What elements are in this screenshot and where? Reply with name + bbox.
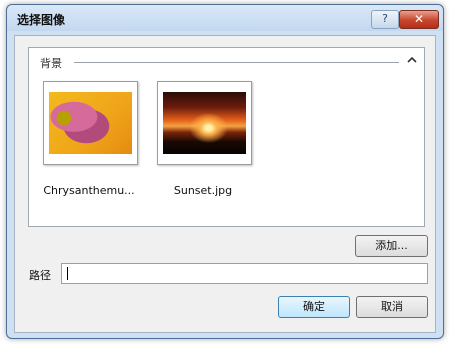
image-thumbnail-sunset[interactable]: [157, 81, 252, 165]
cancel-button[interactable]: 取消: [356, 296, 428, 318]
image-label-sunset: Sunset.jpg: [173, 184, 233, 197]
group-divider: [74, 62, 399, 63]
background-group: 背景 Chrysanthemu... Sunset.jpg: [28, 47, 425, 227]
sunset-image: [163, 92, 246, 154]
title-bar[interactable]: 选择图像 ? ✕: [7, 5, 443, 31]
select-image-dialog: 选择图像 ? ✕ 背景 Chrysanthemu... Sunset.jpg 添…: [6, 4, 444, 339]
text-caret: [67, 267, 68, 280]
ok-button[interactable]: 确定: [278, 296, 350, 318]
dialog-content: 背景 Chrysanthemu... Sunset.jpg 添加... 路径 确…: [14, 35, 436, 333]
image-label-chrysanthemum: Chrysanthemu...: [43, 184, 135, 197]
dialog-title: 选择图像: [17, 13, 66, 27]
help-button[interactable]: ?: [371, 10, 399, 29]
group-title: 背景: [40, 57, 62, 70]
chevron-up-icon[interactable]: [405, 53, 419, 67]
path-label: 路径: [29, 269, 51, 282]
add-button[interactable]: 添加...: [355, 235, 428, 257]
image-thumbnail-chrysanthemum[interactable]: [43, 81, 138, 165]
close-button[interactable]: ✕: [399, 10, 439, 29]
flower-image: [49, 92, 132, 154]
path-input[interactable]: [61, 263, 428, 284]
